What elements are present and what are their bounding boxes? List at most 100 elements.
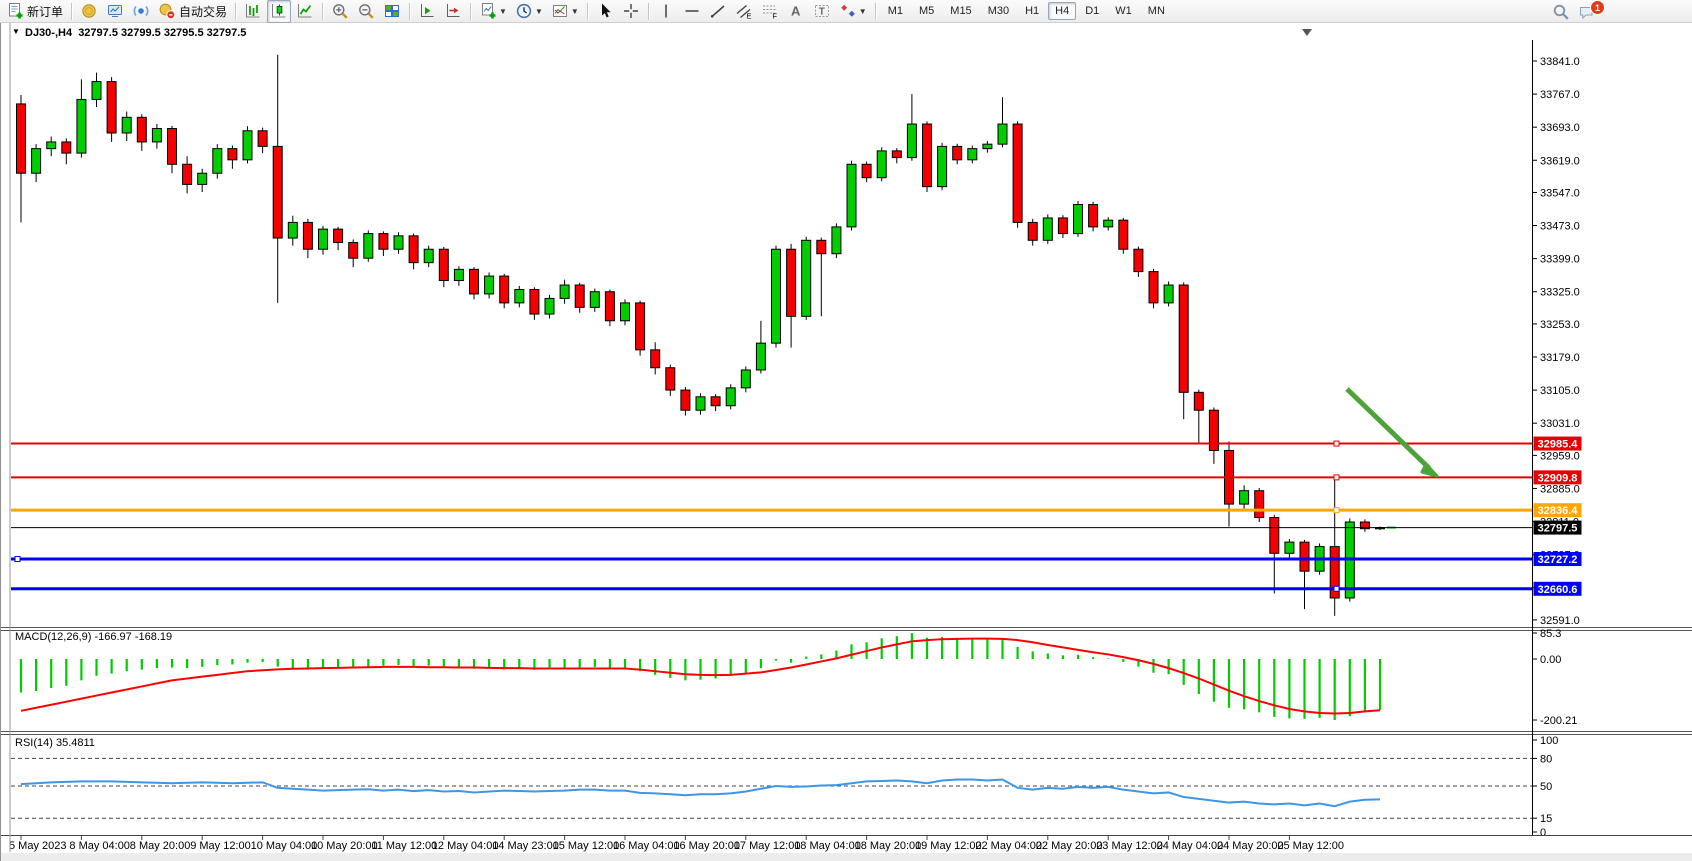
price-tick-label: 32959.0 (1540, 450, 1580, 462)
candle-body (953, 146, 962, 159)
hline-handle[interactable] (1334, 441, 1339, 446)
timeframe-m30-button[interactable]: M30 (981, 2, 1016, 20)
autotrade-icon (158, 2, 176, 20)
toolbar-divider (322, 3, 323, 20)
macd-tick-label: 85.3 (1540, 628, 1561, 640)
candle-body (1058, 218, 1067, 234)
text-label-button[interactable]: T (810, 0, 834, 23)
chart-line-icon (296, 2, 314, 20)
time-axis[interactable]: 5 May 20238 May 04:008 May 20:009 May 12… (1, 836, 1692, 861)
hline-price-label: 32985.4 (1538, 439, 1579, 451)
time-tick-label: 5 May 2023 (9, 840, 66, 852)
dropdown-arrow-icon[interactable]: ▼ (499, 7, 507, 16)
candle-body (122, 117, 131, 133)
candle-body (47, 142, 56, 149)
hline-handle[interactable] (1334, 508, 1339, 513)
market-watch-button[interactable] (77, 0, 101, 23)
arrow-object[interactable] (1347, 389, 1437, 476)
chart-canvas[interactable]: 33841.033767.033693.033619.033547.033473… (1, 23, 1692, 861)
candle-body (454, 269, 463, 280)
hline-handle[interactable] (15, 557, 20, 562)
price-tick-label: 33619.0 (1540, 155, 1580, 167)
candle-body (560, 285, 569, 298)
candle-body (1164, 285, 1173, 303)
candle-body (500, 276, 509, 303)
rsi-tick-label: 80 (1540, 753, 1552, 765)
dropdown-arrow-icon[interactable]: ▼ (859, 7, 867, 16)
data-window-button[interactable] (103, 0, 127, 23)
candle-body (198, 173, 207, 184)
candle-body (485, 276, 494, 294)
candle-body (1074, 205, 1083, 234)
timeframe-mn-button[interactable]: MN (1141, 2, 1172, 20)
timeframe-d1-button[interactable]: D1 (1078, 2, 1106, 20)
search-icon (1552, 3, 1570, 21)
doc-plus-icon (6, 2, 24, 20)
toolbar-divider (71, 3, 72, 20)
periods-button[interactable]: ▼ (512, 0, 546, 23)
candle-body (968, 149, 977, 160)
toolbar-divider (409, 3, 410, 20)
new-order-button[interactable]: 新订单 (3, 0, 66, 23)
auto-scroll-button[interactable] (415, 0, 439, 23)
search-button[interactable] (1549, 0, 1573, 23)
timeframe-h1-button[interactable]: H1 (1018, 2, 1046, 20)
timeframe-w1-button[interactable]: W1 (1108, 2, 1139, 20)
timeframe-h4-button[interactable]: H4 (1048, 2, 1076, 20)
svg-text:T: T (819, 7, 825, 18)
indicators-button[interactable]: ▼ (476, 0, 510, 23)
candlestick-chart-button[interactable] (267, 0, 291, 23)
candle-body (711, 397, 720, 406)
horizontal-line-button[interactable] (680, 0, 704, 23)
price-tick-label: 33841.0 (1540, 56, 1580, 68)
timeframe-m1-button[interactable]: M1 (881, 2, 910, 20)
time-tick-label: 24 May 20:00 (1217, 840, 1284, 852)
candle-body (243, 131, 252, 160)
crosshair-button[interactable] (619, 0, 643, 23)
time-tick-label: 10 May 20:00 (311, 840, 378, 852)
candle-body (349, 243, 358, 259)
equidistant-channel-button[interactable]: E (732, 0, 756, 23)
bar-chart-button[interactable] (241, 0, 265, 23)
time-tick-label: 17 May 12:00 (734, 840, 801, 852)
dropdown-arrow-icon[interactable]: ▼ (535, 7, 543, 16)
candle-body (666, 368, 675, 390)
candle-body (439, 249, 448, 280)
line-chart-button[interactable] (293, 0, 317, 23)
auto-trading-button[interactable]: 自动交易 (155, 0, 230, 23)
chart-bars-icon (244, 2, 262, 20)
candle-body (1270, 518, 1279, 554)
time-tick-label: 25 May 12:00 (1277, 840, 1344, 852)
candle-body (847, 164, 856, 227)
trendline-button[interactable] (706, 0, 730, 23)
candle-body (1119, 220, 1128, 249)
signals-button[interactable] (129, 0, 153, 23)
hline-handle[interactable] (1334, 475, 1339, 480)
ind-plus-icon (479, 2, 497, 20)
notifications-button[interactable]: 1 (1575, 0, 1614, 23)
chart-shift-button[interactable] (441, 0, 465, 23)
chart-shift-marker[interactable] (1302, 29, 1312, 36)
templates-button[interactable]: ▼ (548, 0, 582, 23)
hline-handle[interactable] (1334, 586, 1339, 591)
vertical-line-button[interactable] (654, 0, 678, 23)
time-tick-label: 16 May 20:00 (673, 840, 740, 852)
tile-windows-button[interactable] (380, 0, 404, 23)
timeframe-m5-button[interactable]: M5 (912, 2, 941, 20)
zoom-out-button[interactable] (354, 0, 378, 23)
hline-price-label: 32727.2 (1538, 554, 1578, 566)
window-bottom-strip (1, 853, 1692, 861)
cursor-button[interactable] (593, 0, 617, 23)
zoom-in-button[interactable] (328, 0, 352, 23)
timeframe-m15-button[interactable]: M15 (943, 2, 978, 20)
fibonacci-button[interactable]: F (758, 0, 782, 23)
text-button[interactable]: A (784, 0, 808, 23)
price-tick-label: 33693.0 (1540, 122, 1580, 134)
hline-price-label: 32909.8 (1538, 472, 1578, 484)
arrow-objects-button[interactable]: ▼ (836, 0, 870, 23)
time-tick-label: 10 May 04:00 (251, 840, 318, 852)
toolbar-divider (235, 3, 236, 20)
dropdown-arrow-icon[interactable]: ▼ (571, 7, 579, 16)
price-axis[interactable]: 33841.033767.033693.033619.033547.033473… (1532, 56, 1580, 627)
main-toolbar: 新订单 自动交易 ▼ ▼ ▼ EFAT ▼ M1M5M15M30H1H4D1W1MN 1 (0, 0, 1692, 23)
